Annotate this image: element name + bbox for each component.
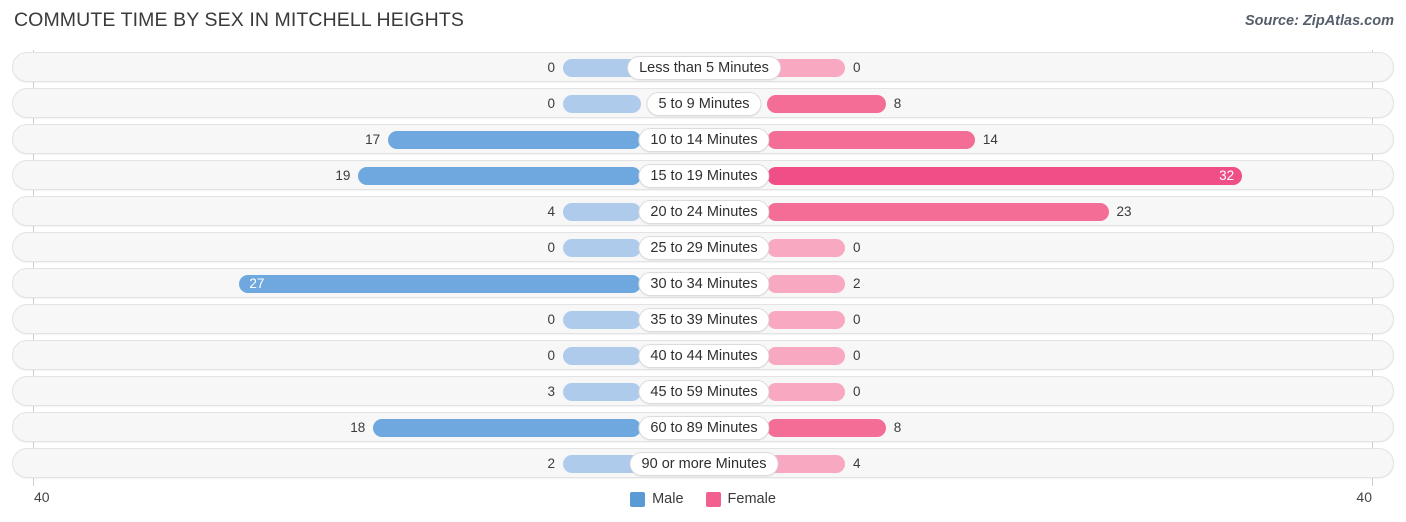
chart-row: 0 0 40 to 44 Minutes [12,340,1394,370]
value-label-male: 0 [547,312,555,327]
plot-area: 0 0 Less than 5 Minutes 0 8 5 to 9 Minutes 17 1… [0,50,1406,486]
bar-male [239,275,641,293]
chart-row: 0 0 Less than 5 Minutes [12,52,1394,82]
chart-row: 4 23 20 to 24 Minutes [12,196,1394,226]
bar-male [563,383,641,401]
value-label-male: 19 [335,168,351,183]
bar-male [563,347,641,365]
value-label-male: 2 [547,456,555,471]
bar-female [767,419,886,437]
value-label-female: 0 [853,348,861,363]
value-label-female: 8 [893,420,902,435]
value-label-female: 32 [1219,168,1235,183]
chart-row: 0 0 35 to 39 Minutes [12,304,1394,334]
value-label-female: 0 [853,384,861,399]
category-label: 25 to 29 Minutes [638,236,770,260]
legend-item-female[interactable]: Female [705,491,776,507]
bar-female [767,167,1243,185]
bar-female [767,203,1109,221]
category-label: 20 to 24 Minutes [638,200,770,224]
bar-female [767,239,845,257]
bar-male [563,95,641,113]
value-label-male: 18 [350,420,366,435]
legend-swatch-icon [630,491,646,507]
value-label-male: 0 [547,96,555,111]
chart-row: 2 4 90 or more Minutes [12,448,1394,478]
category-label: 5 to 9 Minutes [646,92,762,116]
bar-male [563,311,641,329]
bar-female [767,455,845,473]
bar-male [388,131,641,149]
chart-row: 17 14 10 to 14 Minutes [12,124,1394,154]
bar-male [563,203,641,221]
value-label-male: 17 [365,132,381,147]
bar-female [767,275,845,293]
value-label-female: 8 [893,96,902,111]
category-label: 40 to 44 Minutes [638,344,770,368]
bar-male [358,167,641,185]
value-label-male: 0 [547,240,555,255]
legend-item-male[interactable]: Male [630,491,684,507]
category-label: 90 or more Minutes [629,452,779,476]
category-label: 35 to 39 Minutes [638,308,770,332]
source-attribution: Source: ZipAtlas.com [1244,13,1394,29]
bar-female [767,347,845,365]
category-label: 15 to 19 Minutes [638,164,770,188]
page-title: COMMUTE TIME BY SEX IN MITCHELL HEIGHTS [14,9,464,31]
bar-female [767,95,886,113]
value-label-male: 0 [547,348,555,363]
value-label-male: 27 [249,276,265,291]
value-label-male: 4 [547,204,555,219]
legend-swatch-icon [705,491,721,507]
category-label: 45 to 59 Minutes [638,380,770,404]
bar-male [563,239,641,257]
chart-row: 0 8 5 to 9 Minutes [12,88,1394,118]
chart-row: 3 0 45 to 59 Minutes [12,376,1394,406]
chart-container: COMMUTE TIME BY SEX IN MITCHELL HEIGHTS … [0,0,1406,522]
value-label-female: 4 [853,456,861,471]
value-label-female: 0 [853,312,861,327]
chart-row: 0 0 25 to 29 Minutes [12,232,1394,262]
chart-row: 18 8 60 to 89 Minutes [12,412,1394,442]
category-label: 10 to 14 Minutes [638,128,770,152]
category-label: Less than 5 Minutes [627,56,781,80]
chart-row: 19 32 15 to 19 Minutes [12,160,1394,190]
value-label-female: 0 [853,60,861,75]
legend-label: Male [652,491,684,507]
bar-female [767,383,845,401]
value-label-male: 0 [547,60,555,75]
legend-label: Female [727,491,776,507]
bar-male [373,419,641,437]
value-label-female: 0 [853,240,861,255]
chart-header: COMMUTE TIME BY SEX IN MITCHELL HEIGHTS … [0,0,1406,44]
chart-row: 27 2 30 to 34 Minutes [12,268,1394,298]
value-label-female: 23 [1116,204,1132,219]
bar-female [767,311,845,329]
category-label: 30 to 34 Minutes [638,272,770,296]
value-label-female: 14 [982,132,998,147]
chart-legend: Male Female [0,486,1406,512]
category-label: 60 to 89 Minutes [638,416,770,440]
chart-footer: 40 40 Male Female [0,486,1406,522]
bar-female [767,131,975,149]
value-label-female: 2 [853,276,861,291]
value-label-male: 3 [547,384,555,399]
